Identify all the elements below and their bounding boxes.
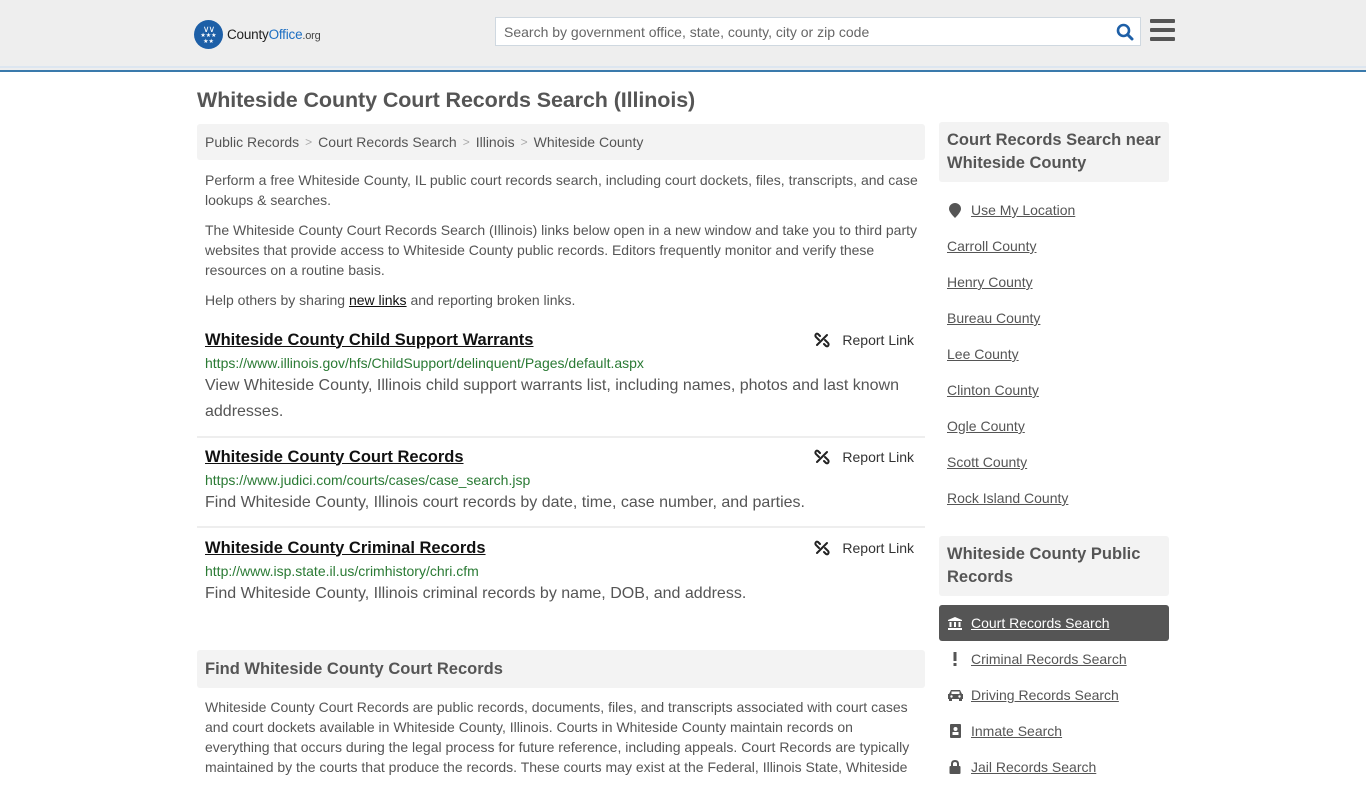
search-icon[interactable] (1110, 18, 1140, 45)
intro-help-text-end: and reporting broken links. (406, 292, 576, 308)
public-records-list: Court Records Search Criminal Records Se… (939, 605, 1169, 785)
report-link-button[interactable]: Report Link (814, 540, 917, 556)
listing-description: Find Whiteside County, Illinois criminal… (205, 585, 747, 602)
nearby-county-link[interactable]: Carroll County (947, 238, 1036, 254)
nearby-county-item: Bureau County (939, 300, 1169, 336)
nearby-county-link[interactable]: Clinton County (947, 382, 1039, 398)
intro-paragraph-2: The Whiteside County Court Records Searc… (205, 222, 918, 278)
nearby-county-link[interactable]: Rock Island County (947, 490, 1068, 506)
nearby-county-item: Rock Island County (939, 480, 1169, 516)
listing-item: Whiteside County Child Support Warrants … (197, 328, 925, 438)
logo-text: CountyOffice.org (227, 27, 321, 42)
criminal-records-search-link[interactable]: Criminal Records Search (971, 651, 1127, 667)
nearby-county-link[interactable]: Scott County (947, 454, 1027, 470)
nearby-counties-list: Use My Location Carroll County Henry Cou… (939, 192, 1169, 516)
broken-link-icon (814, 540, 830, 556)
jail-records-search-link[interactable]: Jail Records Search (971, 759, 1096, 775)
page-title: Whiteside County Court Records Search (I… (197, 88, 696, 112)
nearby-county-item: Clinton County (939, 372, 1169, 408)
court-records-search-link[interactable]: Court Records Search (971, 615, 1110, 631)
find-court-records-body: Whiteside County Court Records are publi… (205, 699, 910, 775)
exclamation-icon (947, 652, 963, 666)
listing-url: https://www.illinois.gov/hfs/ChildSuppor… (205, 355, 644, 371)
breadcrumb-separator: > (305, 135, 313, 149)
nearby-county-link[interactable]: Lee County (947, 346, 1019, 362)
search-input[interactable] (496, 18, 1110, 45)
site-header: ∨∨ ★★★ ★★ CountyOffice.org (0, 0, 1366, 72)
report-link-button[interactable]: Report Link (814, 332, 917, 348)
intro-text: Perform a free Whiteside County, IL publ… (205, 170, 920, 320)
public-records-item-driving-records[interactable]: Driving Records Search (939, 677, 1169, 713)
public-records-heading: Whiteside County Public Records (939, 536, 1169, 596)
listing-title-link[interactable]: Whiteside County Criminal Records (205, 539, 486, 558)
listing-url: https://www.judici.com/courts/cases/case… (205, 472, 531, 488)
public-records-item-court-records[interactable]: Court Records Search (939, 605, 1169, 641)
hamburger-menu-icon[interactable] (1150, 19, 1175, 41)
logo-text-org: .org (302, 30, 321, 42)
car-icon (947, 689, 963, 701)
listing-url: http://www.isp.state.il.us/crimhistory/c… (205, 563, 479, 579)
broken-link-icon (814, 332, 830, 348)
intro-help-text: Help others by sharing (205, 292, 349, 308)
breadcrumb-whiteside-county[interactable]: Whiteside County (534, 134, 644, 150)
public-records-item-jail-records[interactable]: Jail Records Search (939, 749, 1169, 785)
public-records-item-criminal-records[interactable]: Criminal Records Search (939, 641, 1169, 677)
new-links-link[interactable]: new links (349, 292, 407, 308)
listing-description: Find Whiteside County, Illinois court re… (205, 494, 805, 511)
breadcrumb-public-records[interactable]: Public Records (205, 134, 299, 150)
report-link-button[interactable]: Report Link (814, 449, 917, 465)
map-marker-icon (947, 202, 963, 218)
inmate-search-link[interactable]: Inmate Search (971, 723, 1062, 739)
find-court-records-heading: Find Whiteside County Court Records (197, 650, 925, 688)
use-my-location-link[interactable]: Use My Location (971, 202, 1075, 218)
broken-link-icon (814, 449, 830, 465)
nearby-county-item: Scott County (939, 444, 1169, 480)
nearby-county-link[interactable]: Henry County (947, 274, 1033, 290)
listing-description: View Whiteside County, Illinois child su… (205, 377, 899, 420)
eagle-stars-logo-icon: ∨∨ ★★★ ★★ (194, 20, 223, 49)
menu-bar (1150, 28, 1175, 32)
use-my-location-item: Use My Location (939, 192, 1169, 228)
report-link-label: Report Link (842, 332, 914, 348)
listing-title-link[interactable]: Whiteside County Child Support Warrants (205, 331, 533, 350)
nearby-county-item: Carroll County (939, 228, 1169, 264)
search-bar (495, 17, 1141, 46)
nearby-heading: Court Records Search near Whiteside Coun… (939, 122, 1169, 182)
nearby-county-link[interactable]: Bureau County (947, 310, 1040, 326)
logo-text-office: Office (268, 27, 303, 42)
breadcrumb: Public Records > Court Records Search > … (197, 124, 925, 160)
lock-icon (947, 760, 963, 774)
listing-title-link[interactable]: Whiteside County Court Records (205, 448, 464, 467)
intro-paragraph-3: Help others by sharing new links and rep… (205, 290, 920, 310)
menu-bar (1150, 37, 1175, 41)
menu-bar (1150, 19, 1175, 23)
nearby-county-item: Lee County (939, 336, 1169, 372)
site-logo[interactable]: ∨∨ ★★★ ★★ CountyOffice.org (194, 20, 321, 49)
breadcrumb-separator: > (520, 135, 528, 149)
report-link-label: Report Link (842, 449, 914, 465)
intro-paragraph-1: Perform a free Whiteside County, IL publ… (205, 172, 918, 208)
driving-records-search-link[interactable]: Driving Records Search (971, 687, 1119, 703)
public-records-item-inmate-search[interactable]: Inmate Search (939, 713, 1169, 749)
nearby-county-item: Henry County (939, 264, 1169, 300)
breadcrumb-separator: > (462, 135, 470, 149)
logo-text-county: County (227, 27, 269, 42)
nearby-county-item: Ogle County (939, 408, 1169, 444)
nearby-county-link[interactable]: Ogle County (947, 418, 1025, 434)
report-link-label: Report Link (842, 540, 914, 556)
listing-item: Whiteside County Court Records Report Li… (197, 445, 925, 528)
breadcrumb-illinois[interactable]: Illinois (476, 134, 515, 150)
courthouse-icon (947, 616, 963, 630)
listing-item: Whiteside County Criminal Records Report… (197, 536, 925, 616)
breadcrumb-court-records-search[interactable]: Court Records Search (318, 134, 457, 150)
id-badge-icon (947, 724, 963, 738)
